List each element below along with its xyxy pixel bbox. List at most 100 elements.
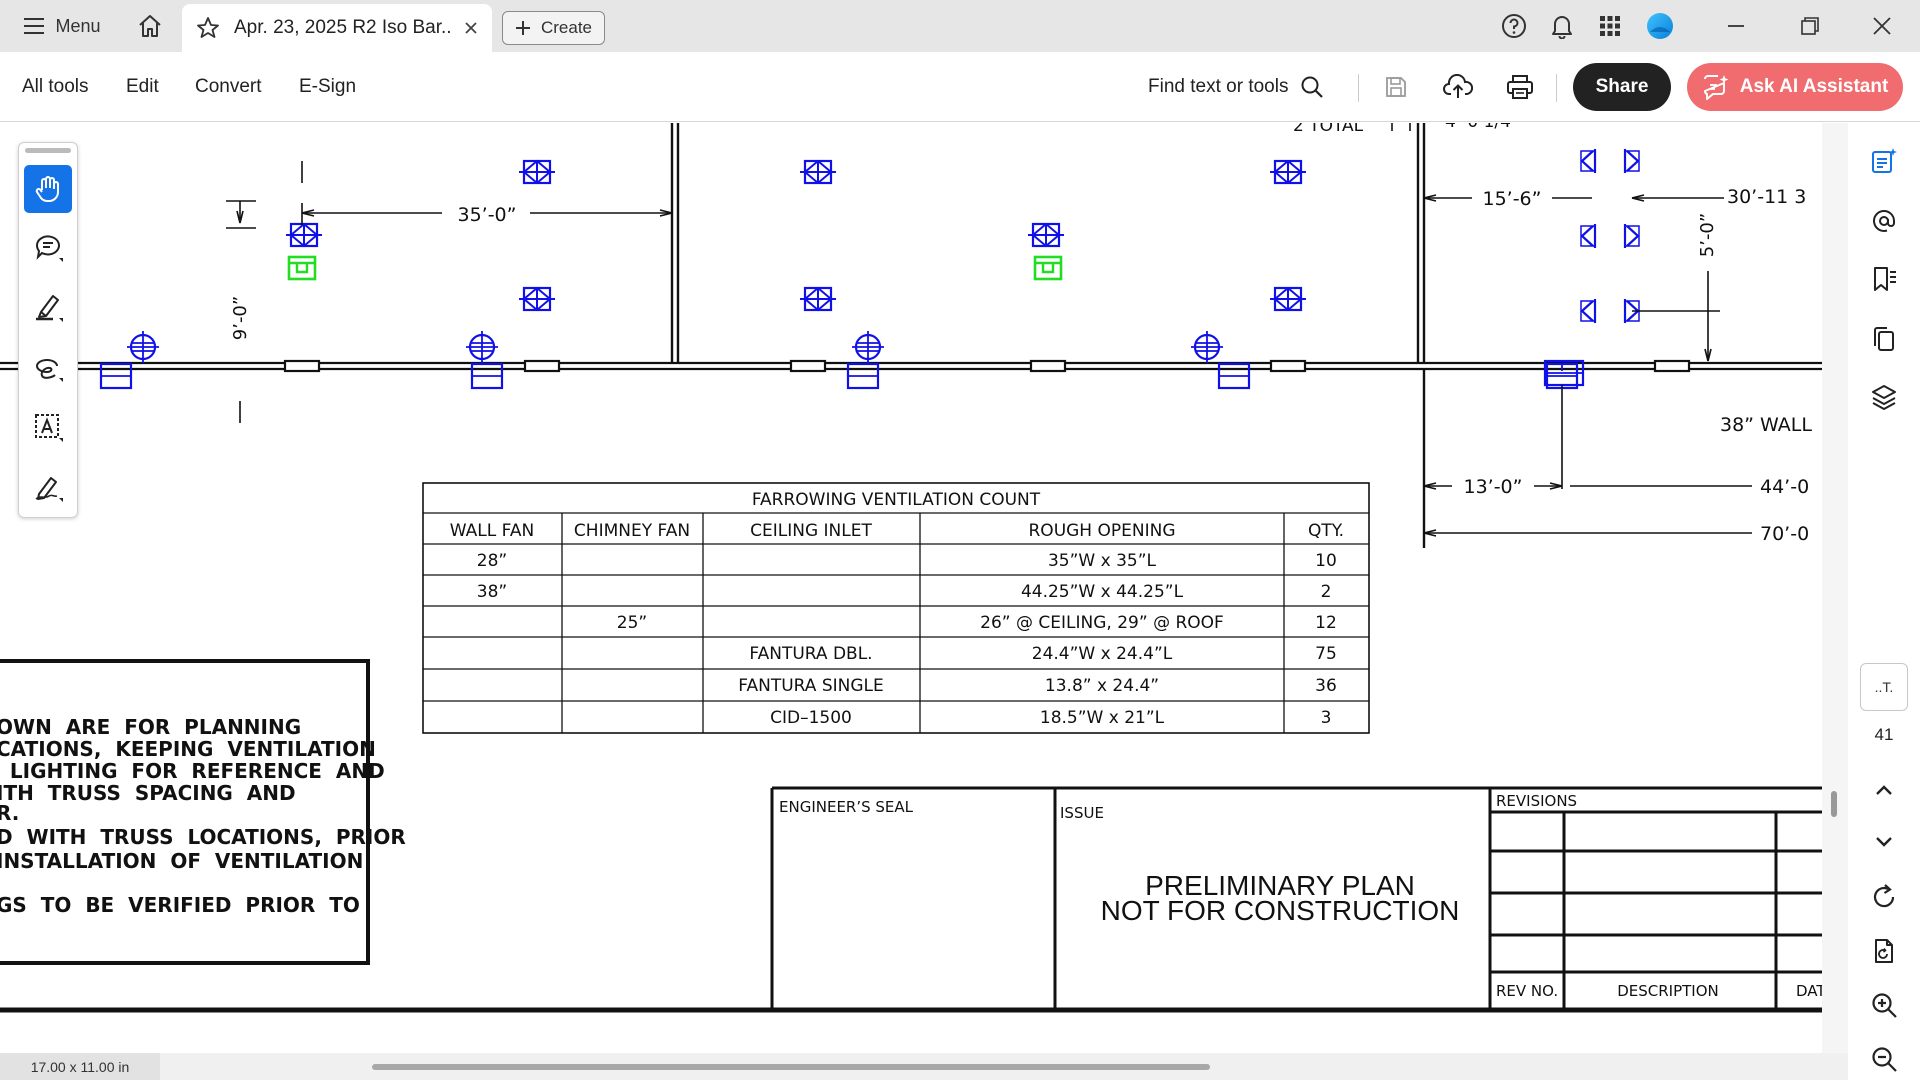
share-button[interactable]: Share (1573, 63, 1671, 111)
help-button[interactable] (1494, 0, 1534, 52)
cloud-upload-icon (1443, 74, 1473, 98)
notifications-button[interactable] (1542, 0, 1582, 52)
close-icon (1873, 17, 1891, 35)
chevron-up-icon (1876, 785, 1892, 795)
green-fans (287, 255, 1063, 281)
create-button[interactable]: Create (502, 11, 605, 45)
dim-30-11: 30’-11 3 (1727, 186, 1806, 208)
draw-tool-button[interactable] (24, 343, 72, 391)
next-page-button[interactable] (1864, 821, 1904, 861)
table-cell: FANTURA SINGLE (738, 676, 883, 696)
comment-at-icon (1873, 209, 1896, 232)
table-title: FARROWING VENTILATION COUNT (752, 490, 1041, 510)
toolbar-divider (1556, 74, 1557, 102)
freehand-draw-icon (36, 359, 63, 382)
sign-tool-button[interactable] (24, 463, 72, 511)
rotate-icon (1873, 884, 1895, 908)
convert-menu[interactable]: Convert (195, 52, 262, 122)
table-cell: 35”W x 35”L (1048, 551, 1157, 571)
status-line-2: NOT FOR CONSTRUCTION (1101, 895, 1460, 926)
save-button[interactable] (1376, 67, 1416, 107)
note-line: R. (0, 801, 19, 825)
find-text-or-tools[interactable]: Find text or tools (1148, 52, 1324, 122)
dim-35: 35’-0” (457, 204, 516, 226)
pages-panel-button[interactable] (1864, 319, 1904, 359)
dim-70: 70’-0 (1760, 523, 1809, 545)
floor-plan-drawing: 35’-0” 9’-0” 15’-6” 30’-11 3 5’-0” 13’-0… (0, 123, 1822, 1013)
table-row: FANTURA SINGLE 13.8” x 24.4” 36 (738, 676, 1337, 696)
layers-panel-button[interactable] (1864, 377, 1904, 417)
document-tab[interactable]: Apr. 23, 2025 R2 Iso Bar... (182, 4, 492, 52)
table-cell: 26” @ CEILING, 29” @ ROOF (980, 613, 1224, 633)
apps-grid-icon (1600, 16, 1620, 36)
table-cell: 24.4”W x 24.4”L (1032, 644, 1173, 664)
page-number[interactable]: 41 (1860, 725, 1908, 745)
menu-label: Menu (55, 15, 101, 36)
horizontal-scroll-thumb[interactable] (372, 1064, 1210, 1070)
partial-total-label: 2 TOTAL (1293, 123, 1364, 136)
text-box-icon (35, 414, 63, 442)
print-button[interactable] (1500, 67, 1540, 107)
minimize-button[interactable] (1716, 0, 1756, 52)
page-thumbnail[interactable]: ..T. (1860, 663, 1908, 711)
zoom-out-button[interactable] (1864, 1039, 1904, 1079)
menu-button[interactable]: Menu (12, 0, 112, 52)
rotate-button[interactable] (1864, 877, 1904, 917)
close-window-button[interactable] (1862, 0, 1902, 52)
all-tools-menu[interactable]: All tools (22, 52, 89, 122)
toolbar-grip[interactable] (25, 148, 71, 153)
revisions-label: REVISIONS (1496, 792, 1577, 810)
table-cell: 38” (477, 582, 507, 602)
text-box-tool-button[interactable] (24, 403, 72, 451)
page-tools-button[interactable] (1864, 931, 1904, 971)
table-cell: 3 (1321, 708, 1332, 728)
profile-button[interactable] (1640, 0, 1680, 52)
table-row: CID–1500 18.5”W x 21”L 3 (770, 708, 1331, 728)
dimension-lines (226, 123, 1752, 537)
generative-summary-icon (1872, 148, 1897, 173)
tab-title: Apr. 23, 2025 R2 Iso Bar... (234, 17, 450, 38)
zoom-in-button[interactable] (1864, 985, 1904, 1025)
restore-button[interactable] (1790, 0, 1830, 52)
restore-icon (1801, 17, 1819, 35)
page-size-indicator: 17.00 x 11.00 in (0, 1053, 160, 1080)
right-sidebar: ..T. 41 (1848, 123, 1920, 1080)
table-cell: 10 (1315, 551, 1337, 571)
comment-icon (36, 235, 63, 262)
bell-icon (1552, 16, 1572, 39)
upload-cloud-button[interactable] (1438, 67, 1478, 107)
bookmark-icon (1874, 267, 1896, 291)
hand-icon (35, 176, 59, 202)
annotation-toolbar (18, 142, 78, 518)
table-cell: 36 (1315, 676, 1337, 696)
zoom-in-icon (1872, 993, 1897, 1018)
home-button[interactable] (130, 0, 170, 52)
ask-ai-assistant-button[interactable]: Ask AI Assistant (1687, 63, 1903, 111)
table-cell: 28” (477, 551, 507, 571)
esign-menu[interactable]: E-Sign (299, 52, 356, 122)
comments-panel-button[interactable] (1864, 201, 1904, 241)
table-row: FANTURA DBL. 24.4”W x 24.4”L 75 (749, 644, 1336, 664)
hand-tool-button[interactable] (24, 165, 72, 213)
apps-button[interactable] (1590, 0, 1630, 52)
copy-pages-icon (1874, 327, 1894, 351)
vertical-scroll-thumb[interactable] (1831, 791, 1837, 817)
close-tab-icon[interactable] (464, 21, 478, 35)
highlight-tool-button[interactable] (24, 283, 72, 331)
comment-tool-button[interactable] (24, 223, 72, 271)
previous-page-button[interactable] (1864, 771, 1904, 811)
note-line: CATIONS, KEEPING VENTILATION (0, 737, 376, 761)
status-bar: 17.00 x 11.00 in (0, 1053, 1848, 1080)
note-line: OWN ARE FOR PLANNING (0, 715, 301, 739)
edit-menu[interactable]: Edit (126, 52, 159, 122)
ai-summary-button[interactable] (1864, 141, 1904, 181)
home-icon (139, 15, 161, 37)
plus-icon (515, 21, 530, 35)
bookmarks-panel-button[interactable] (1864, 259, 1904, 299)
vertical-scrollbar[interactable] (1822, 123, 1848, 1053)
rev-no-label: REV NO. (1496, 982, 1558, 1000)
table-cell: 25” (617, 613, 647, 633)
document-canvas[interactable]: 35’-0” 9’-0” 15’-6” 30’-11 3 5’-0” 13’-0… (0, 123, 1822, 1053)
notes-box: OWN ARE FOR PLANNINGCATIONS, KEEPING VEN… (0, 659, 406, 965)
star-icon[interactable] (196, 16, 220, 40)
